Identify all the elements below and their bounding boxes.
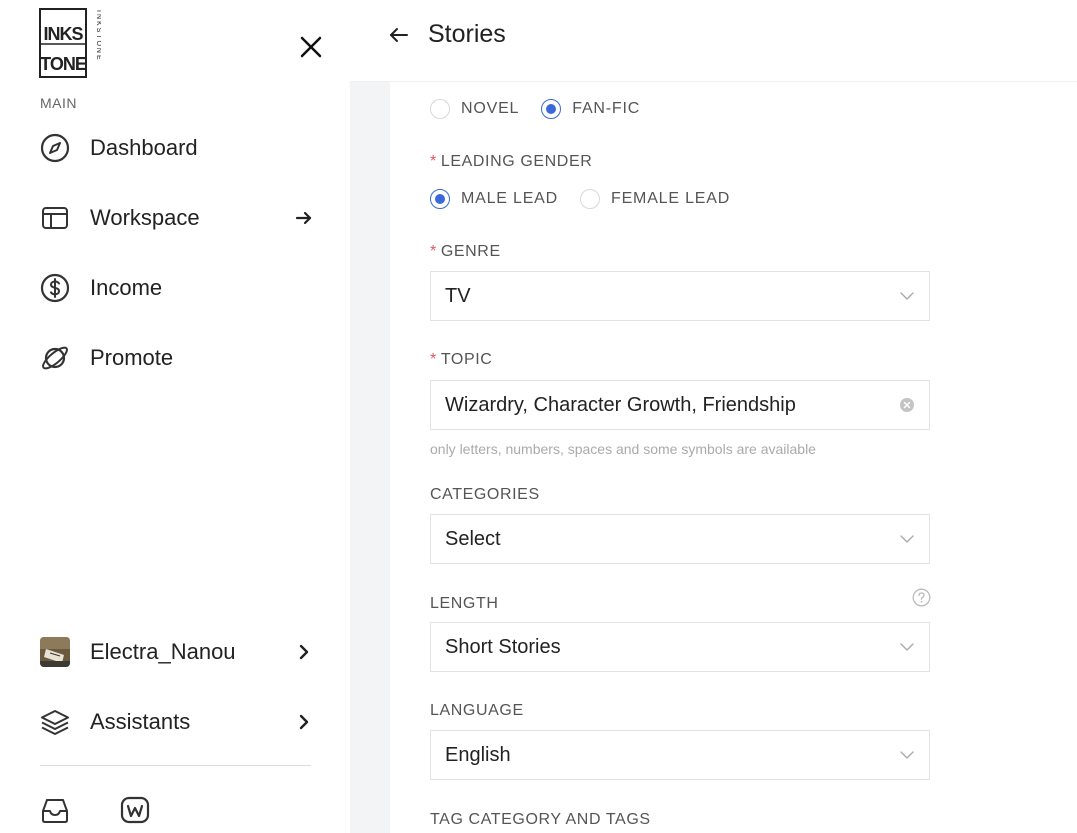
inbox-icon[interactable] [39, 794, 71, 826]
tag-category-label: TAG CATEGORY AND TAGS [430, 811, 651, 829]
chevron-down-icon [899, 639, 915, 655]
length-value: Short Stories [445, 636, 899, 659]
chevron-down-icon [899, 531, 915, 547]
page-header: Stories [350, 0, 1077, 82]
language-value: English [445, 744, 899, 767]
dollar-circle-icon [40, 273, 70, 303]
svg-text:INKSTONE: INKSTONE [95, 10, 101, 62]
length-label: LENGTH [430, 595, 499, 613]
sidebar-item-promote[interactable]: Promote [40, 338, 315, 378]
label-text: GENRE [441, 243, 501, 260]
close-icon[interactable] [296, 32, 326, 62]
clear-icon[interactable] [899, 397, 915, 413]
planet-icon [40, 343, 70, 373]
genre-value: TV [445, 285, 899, 308]
help-icon[interactable] [912, 588, 931, 607]
radio-male-lead[interactable]: MALE LEAD [430, 189, 558, 209]
svg-text:INKS: INKS [43, 24, 83, 44]
genre-label: *GENRE [430, 243, 501, 261]
leading-gender-radio-group: MALE LEAD FEMALE LEAD [430, 189, 752, 209]
compass-icon [40, 133, 70, 163]
sidebar-item-assistants[interactable]: Assistants [40, 702, 315, 742]
radio-circle-checked [430, 189, 450, 209]
chevron-right-icon [293, 711, 315, 733]
radio-label: FEMALE LEAD [611, 190, 730, 208]
sidebar-item-label: Assistants [90, 709, 293, 735]
svg-text:TONE: TONE [40, 54, 87, 74]
sidebar-item-label: Promote [90, 345, 315, 371]
sidebar-divider [40, 765, 311, 766]
sidebar-item-workspace[interactable]: Workspace [40, 198, 315, 238]
categories-select[interactable]: Select [430, 514, 930, 564]
radio-circle [430, 99, 450, 119]
required-mark: * [430, 153, 437, 170]
radio-circle-checked [541, 99, 561, 119]
sidebar-item-label: Workspace [90, 205, 293, 231]
story-type-radio-group: NOVEL FAN-FIC [430, 99, 662, 119]
radio-label: MALE LEAD [461, 190, 558, 208]
chevron-down-icon [899, 288, 915, 304]
genre-select[interactable]: TV [430, 271, 930, 321]
section-label-main: MAIN [40, 95, 77, 111]
page-title: Stories [428, 20, 506, 49]
radio-fan-fic[interactable]: FAN-FIC [541, 99, 640, 119]
content-gutter [350, 82, 390, 833]
length-select[interactable]: Short Stories [430, 622, 930, 672]
radio-label: FAN-FIC [572, 100, 640, 118]
sidebar-item-label: Income [90, 275, 315, 301]
required-mark: * [430, 243, 437, 260]
user-name: Electra_Nanou [90, 639, 293, 665]
categories-value: Select [445, 528, 899, 551]
radio-label: NOVEL [461, 100, 519, 118]
language-select[interactable]: English [430, 730, 930, 780]
topic-input[interactable]: Wizardry, Character Growth, Friendship [430, 380, 930, 430]
radio-novel[interactable]: NOVEL [430, 99, 519, 119]
sidebar-item-label: Dashboard [90, 135, 315, 161]
avatar [40, 637, 70, 667]
inkstone-logo[interactable]: INKS TONE INKSTONE [39, 8, 101, 78]
label-text: TOPIC [441, 351, 493, 368]
language-label: LANGUAGE [430, 702, 524, 720]
sidebar-item-dashboard[interactable]: Dashboard [40, 128, 315, 168]
layout-icon [40, 203, 70, 233]
writing-app-icon[interactable] [119, 794, 151, 826]
back-arrow-icon[interactable] [387, 23, 411, 47]
sidebar-item-income[interactable]: Income [40, 268, 315, 308]
required-mark: * [430, 351, 437, 368]
sidebar: INKS TONE INKSTONE MAIN Dashboard Worksp… [0, 0, 350, 833]
chevron-down-icon [899, 747, 915, 763]
chevron-right-icon [293, 641, 315, 663]
topic-label: *TOPIC [430, 351, 492, 369]
radio-circle [580, 189, 600, 209]
topic-hint: only letters, numbers, spaces and some s… [430, 441, 816, 457]
topic-value: Wizardry, Character Growth, Friendship [445, 394, 899, 417]
label-text: LEADING GENDER [441, 153, 593, 170]
leading-gender-label: *LEADING GENDER [430, 153, 592, 171]
radio-female-lead[interactable]: FEMALE LEAD [580, 189, 730, 209]
categories-label: CATEGORIES [430, 486, 540, 504]
layers-icon [40, 707, 70, 737]
arrow-right-icon [293, 207, 315, 229]
sidebar-item-user[interactable]: Electra_Nanou [40, 632, 315, 672]
